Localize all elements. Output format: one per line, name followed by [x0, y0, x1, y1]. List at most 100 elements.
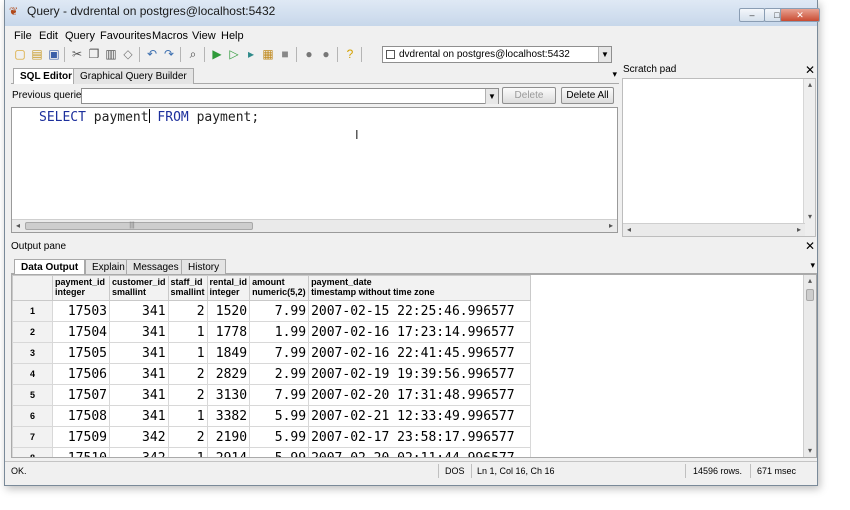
table-cell[interactable]: 17505 — [52, 342, 110, 364]
column-header[interactable]: payment_id integer — [52, 275, 110, 301]
column-header[interactable]: rental_id integer — [206, 275, 251, 301]
table-cell[interactable]: 341 — [109, 405, 169, 427]
table-cell[interactable]: 5.99 — [249, 405, 310, 427]
scroll-left-icon[interactable]: ◂ — [12, 220, 24, 232]
table-row[interactable]: 3 17505 341 1 1849 7.99 2007-02-16 22:41… — [12, 342, 532, 364]
table-cell[interactable]: 2007-02-16 17:23:14.996577 — [308, 321, 532, 343]
table-cell[interactable]: 2829 — [206, 363, 251, 385]
table-cell[interactable]: 5.99 — [249, 426, 310, 448]
table-cell[interactable]: 342 — [109, 447, 169, 457]
tab-graphical-query-builder[interactable]: Graphical Query Builder — [73, 68, 194, 84]
table-cell[interactable]: 17508 — [52, 405, 110, 427]
scroll-right-icon[interactable]: ▸ — [605, 220, 617, 232]
table-cell[interactable]: 1849 — [206, 342, 251, 364]
row-number[interactable]: 4 — [12, 363, 53, 385]
table-cell[interactable]: 1 — [167, 447, 208, 457]
save-icon[interactable]: ▣ — [47, 47, 61, 61]
table-cell[interactable]: 342 — [109, 426, 169, 448]
table-cell[interactable]: 341 — [109, 384, 169, 406]
scratch-vertical-scrollbar[interactable]: ▴ ▾ — [803, 79, 815, 236]
cut-icon[interactable]: ✂ — [70, 47, 84, 61]
menu-help[interactable]: Help — [221, 30, 244, 42]
tab-sql-editor[interactable]: SQL Editor — [13, 68, 80, 84]
scroll-down-icon[interactable]: ▾ — [804, 445, 816, 457]
grid-vertical-scrollbar[interactable]: ▴ ▾ — [803, 275, 816, 457]
sql-text[interactable]: SELECT payment FROM payment; — [39, 109, 259, 125]
explain-icon[interactable]: ▦ — [261, 47, 275, 61]
scroll-right-icon[interactable]: ▸ — [793, 224, 805, 236]
menu-favourites[interactable]: Favourites — [100, 30, 151, 42]
scroll-down-icon[interactable]: ▾ — [804, 211, 816, 223]
row-number[interactable]: 2 — [12, 321, 53, 343]
close-icon[interactable]: ✕ — [805, 62, 815, 78]
scratch-pad-textarea[interactable]: ▴ ▾ ◂ ▸ — [622, 78, 816, 237]
table-cell[interactable]: 7.99 — [249, 342, 310, 364]
table-cell[interactable]: 341 — [109, 342, 169, 364]
table-cell[interactable]: 2 — [167, 363, 208, 385]
tab-messages[interactable]: Messages — [126, 259, 186, 275]
execute-icon[interactable]: ▶ — [210, 47, 224, 61]
tab-data-output[interactable]: Data Output — [14, 259, 86, 275]
row-number[interactable]: 7 — [12, 426, 53, 448]
table-row[interactable]: 7 17509 342 2 2190 5.99 2007-02-17 23:58… — [12, 426, 532, 448]
redo-icon[interactable]: ↷ — [162, 47, 176, 61]
corner-cell[interactable] — [12, 275, 53, 301]
table-cell[interactable]: 17507 — [52, 384, 110, 406]
table-cell[interactable]: 1 — [167, 321, 208, 343]
table-cell[interactable]: 2914 — [206, 447, 251, 457]
scroll-left-icon[interactable]: ◂ — [623, 224, 635, 236]
table-cell[interactable]: 17509 — [52, 426, 110, 448]
execute-pgscript-icon[interactable]: ▷ — [227, 47, 241, 61]
paste-icon[interactable]: ▥ — [104, 47, 118, 61]
row-number[interactable]: 1 — [12, 300, 53, 322]
menu-query[interactable]: Query — [65, 30, 95, 42]
chevron-down-icon[interactable]: ▼ — [485, 89, 498, 104]
clear-icon[interactable]: ◇ — [121, 47, 135, 61]
table-cell[interactable]: 17504 — [52, 321, 110, 343]
table-cell[interactable]: 1 — [167, 405, 208, 427]
close-icon[interactable]: ✕ — [805, 240, 815, 253]
cancel-query-icon[interactable]: ■ — [278, 47, 292, 61]
menu-edit[interactable]: Edit — [39, 30, 58, 42]
pin-icon[interactable]: ▾ — [612, 69, 617, 80]
table-cell[interactable]: 341 — [109, 300, 169, 322]
table-cell[interactable]: 2007-02-17 23:58:17.996577 — [308, 426, 532, 448]
scroll-up-icon[interactable]: ▴ — [804, 79, 816, 91]
copy-icon[interactable]: ❐ — [87, 47, 101, 61]
table-cell[interactable]: 3382 — [206, 405, 251, 427]
tab-history[interactable]: History — [181, 259, 227, 275]
connection-select[interactable]: dvdrental on postgres@localhost:5432 ▼ — [382, 46, 612, 63]
table-cell[interactable]: 5.99 — [249, 447, 310, 457]
scroll-thumb[interactable] — [806, 289, 814, 301]
table-cell[interactable]: 2 — [167, 384, 208, 406]
chevron-down-icon[interactable]: ▼ — [598, 47, 611, 62]
table-cell[interactable]: 1.99 — [249, 321, 310, 343]
table-cell[interactable]: 2007-02-21 12:33:49.996577 — [308, 405, 532, 427]
execute-to-file-icon[interactable]: ▸ — [244, 47, 258, 61]
table-cell[interactable]: 2 — [167, 300, 208, 322]
column-header[interactable]: customer_id smallint — [109, 275, 169, 301]
scratch-horizontal-scrollbar[interactable]: ◂ ▸ — [623, 223, 805, 236]
open-folder-icon[interactable]: ▤ — [30, 47, 44, 61]
delete-button[interactable]: Delete — [502, 87, 556, 104]
help-icon[interactable]: ? — [343, 47, 357, 61]
table-row[interactable]: 6 17508 341 1 3382 5.99 2007-02-21 12:33… — [12, 405, 532, 427]
table-cell[interactable]: 2007-02-20 02:11:44.996577 — [308, 447, 532, 457]
table-cell[interactable]: 1520 — [206, 300, 251, 322]
undo-icon[interactable]: ↶ — [145, 47, 159, 61]
table-cell[interactable]: 3130 — [206, 384, 251, 406]
sql-editor[interactable]: SELECT payment FROM payment; I ◂ ||| ▸ — [11, 107, 618, 233]
pin-icon[interactable]: ▾ — [810, 260, 815, 271]
table-cell[interactable]: 1778 — [206, 321, 251, 343]
table-cell[interactable]: 341 — [109, 363, 169, 385]
menu-file[interactable]: File — [14, 30, 32, 42]
delete-all-button[interactable]: Delete All — [561, 87, 614, 104]
previous-queries-select[interactable]: ▼ — [81, 88, 499, 104]
close-window-button[interactable]: ✕ — [780, 8, 820, 22]
data-output-grid[interactable]: payment_id integer customer_id smallint st… — [11, 274, 817, 458]
commit-icon[interactable]: ● — [302, 47, 316, 61]
table-cell[interactable]: 341 — [109, 321, 169, 343]
column-header[interactable]: staff_id smallint — [167, 275, 208, 301]
table-cell[interactable]: 2007-02-16 22:41:45.996577 — [308, 342, 532, 364]
connection-checkbox[interactable] — [386, 50, 395, 59]
